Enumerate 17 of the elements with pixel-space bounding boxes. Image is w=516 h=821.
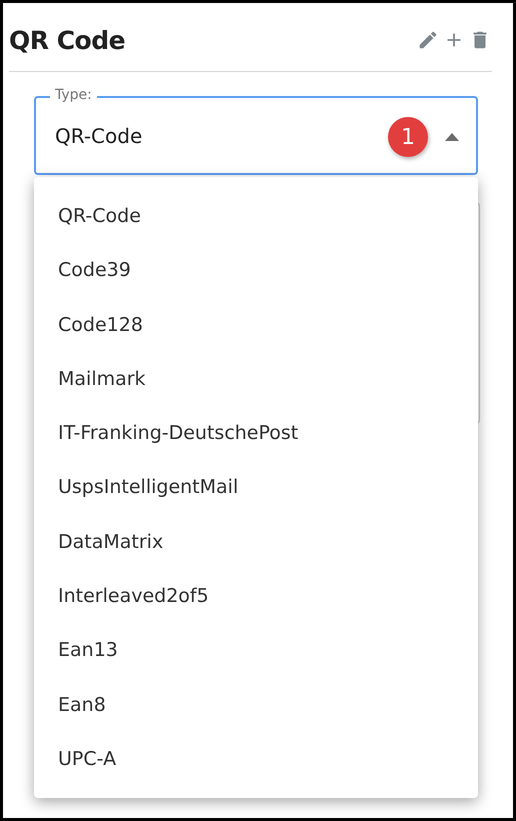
dropdown-option[interactable]: Code39 (34, 243, 478, 298)
dropdown-option[interactable]: Code128 (34, 298, 478, 352)
dropdown-option[interactable]: Ean13 (34, 623, 478, 678)
pencil-icon[interactable] (417, 29, 439, 51)
count-badge: 1 (388, 117, 428, 157)
select-value: QR-Code (55, 124, 142, 148)
dropdown-option[interactable]: Interleaved2of5 (34, 569, 478, 624)
dropdown-option[interactable]: Mailmark (34, 352, 478, 406)
dropdown-option[interactable]: Ean8 (34, 678, 478, 732)
panel-title: QR Code (9, 26, 126, 54)
dropdown-option[interactable]: UspsIntelligentMail (34, 460, 478, 515)
field-label: Type: (50, 87, 97, 103)
dropdown-option[interactable]: IT-Franking-DeutschePost (34, 406, 478, 460)
dropdown-option[interactable]: DataMatrix (34, 514, 478, 570)
caret-icon (445, 133, 459, 141)
dropdown-option[interactable]: QR-Code (34, 189, 478, 244)
dropdown-option[interactable]: UPC-A (34, 732, 478, 786)
